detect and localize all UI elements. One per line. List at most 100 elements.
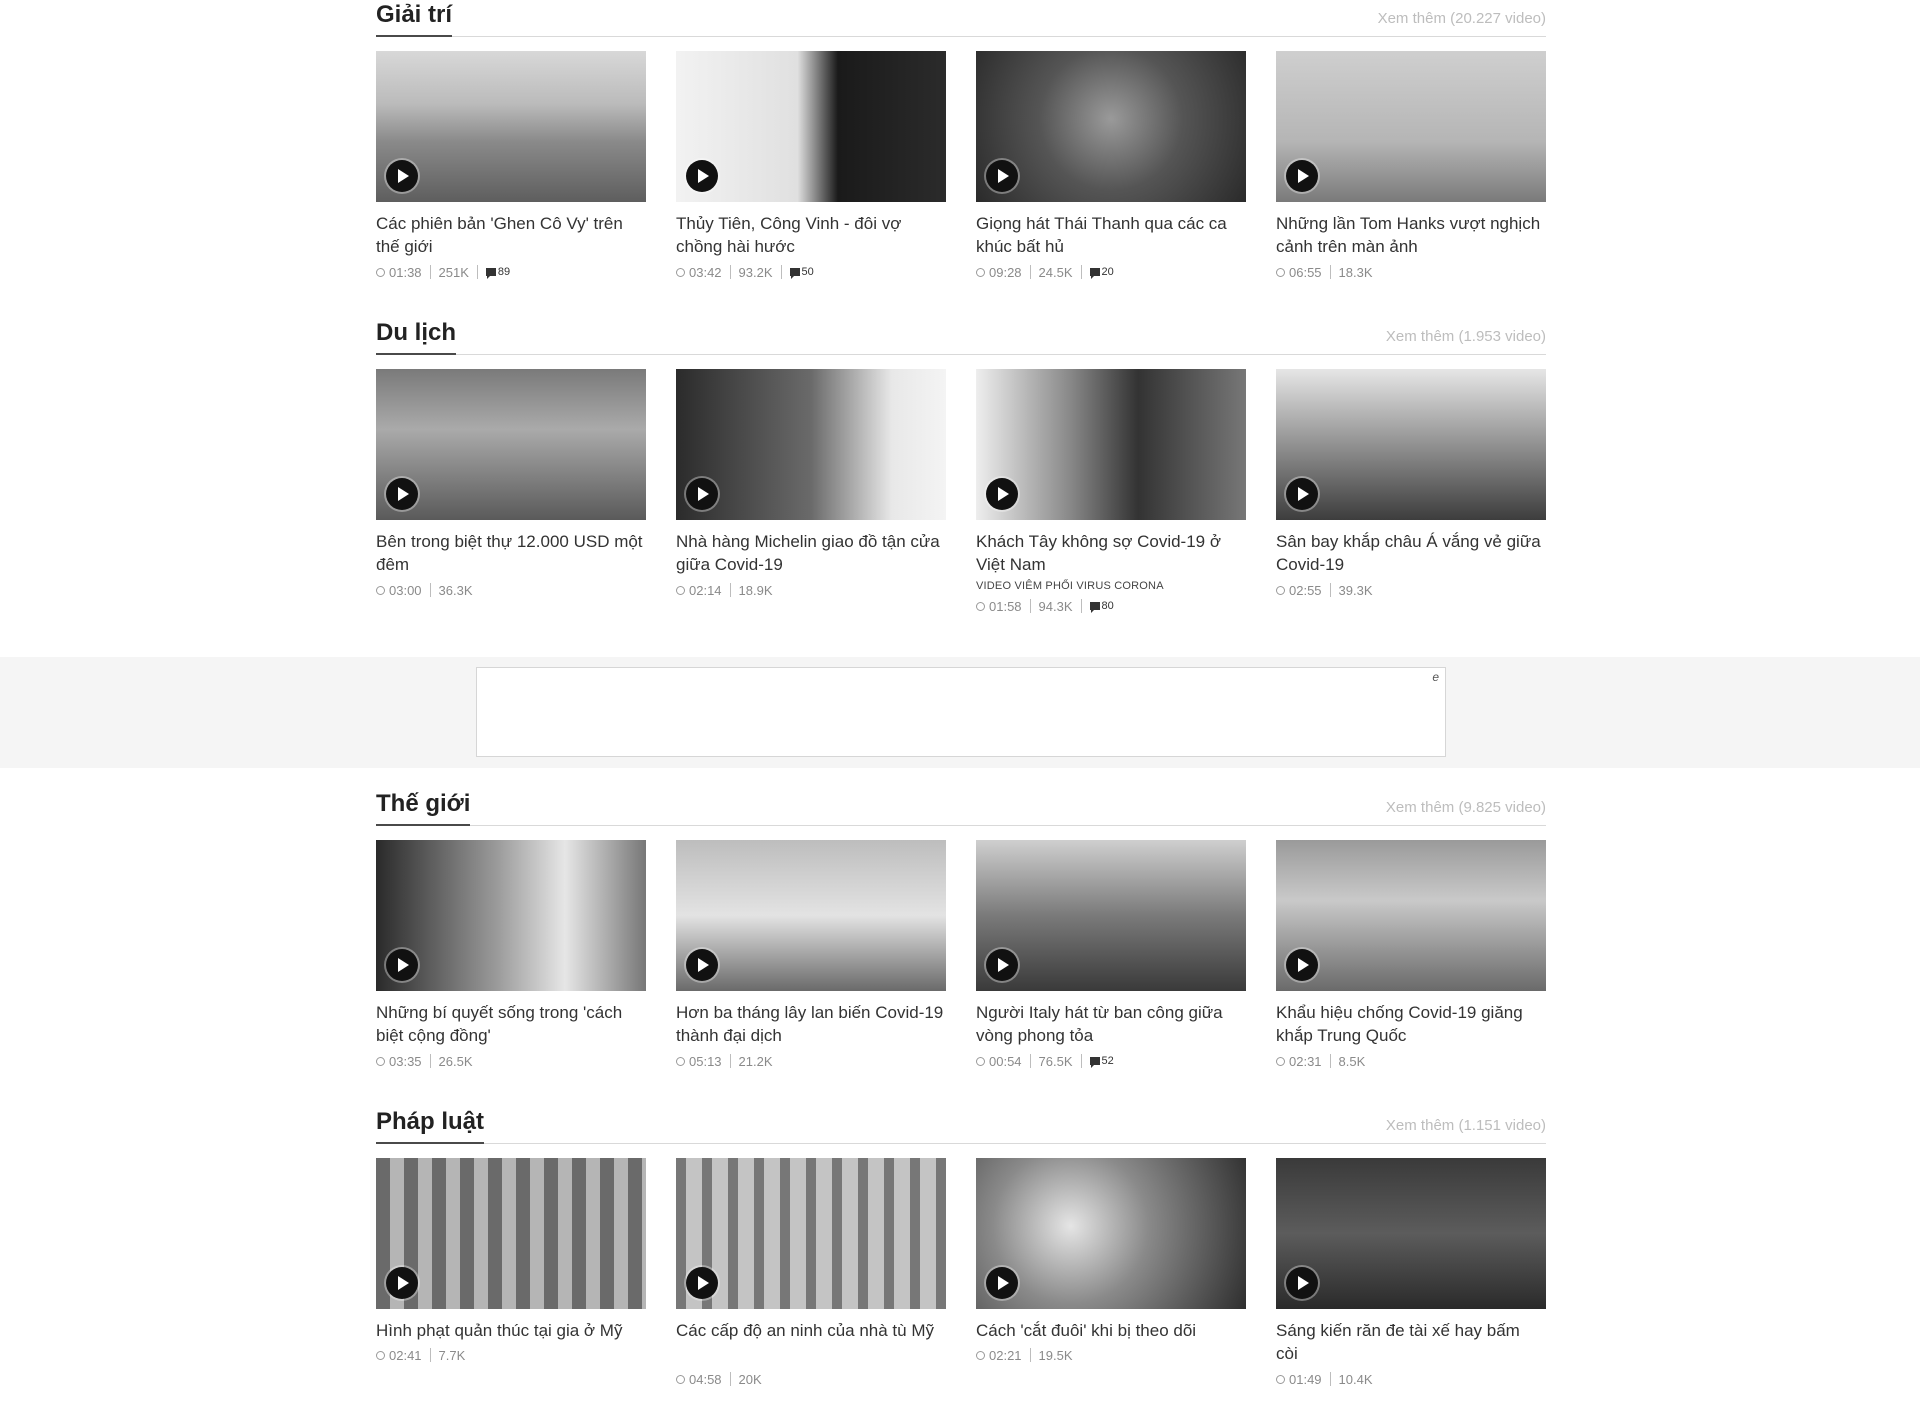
- video-thumbnail[interactable]: [676, 369, 946, 520]
- clock-icon: [976, 1056, 985, 1066]
- play-icon[interactable]: [1286, 949, 1318, 981]
- video-title[interactable]: Hơn ba tháng lây lan biến Covid-19 thành…: [676, 1001, 946, 1047]
- video-thumbnail[interactable]: [1276, 1158, 1546, 1309]
- video-title[interactable]: Nhà hàng Michelin giao đồ tận cửa giữa C…: [676, 530, 946, 576]
- video-card: Những lần Tom Hanks vượt nghịch cảnh trê…: [1276, 51, 1546, 280]
- video-thumbnail[interactable]: [976, 1158, 1246, 1309]
- clock-icon: [376, 1350, 385, 1360]
- play-icon[interactable]: [986, 1267, 1018, 1299]
- play-icon[interactable]: [386, 160, 418, 192]
- comment-icon: [1089, 268, 1100, 279]
- ad-slot[interactable]: e: [476, 667, 1446, 757]
- comment-count[interactable]: 52: [1089, 1055, 1114, 1068]
- section-title[interactable]: Pháp luật: [376, 1108, 485, 1144]
- video-title[interactable]: Những bí quyết sống trong 'cách biệt cộn…: [376, 1001, 646, 1047]
- video-title[interactable]: Giọng hát Thái Thanh qua các ca khúc bất…: [976, 212, 1246, 258]
- video-thumbnail[interactable]: [976, 51, 1246, 202]
- video-thumbnail[interactable]: [376, 369, 646, 520]
- video-thumbnail[interactable]: [676, 1158, 946, 1309]
- play-icon[interactable]: [1286, 160, 1318, 192]
- play-icon[interactable]: [686, 949, 718, 981]
- see-more-link[interactable]: Xem thêm (20.227 video): [1378, 10, 1546, 27]
- video-thumbnail[interactable]: [1276, 369, 1546, 520]
- video-tag[interactable]: VIDEO VIÊM PHỔI VIRUS CORONA: [976, 580, 1246, 592]
- comment-count[interactable]: 50: [789, 266, 814, 279]
- views: 76.5K: [1038, 1053, 1073, 1069]
- video-thumbnail[interactable]: [376, 51, 646, 202]
- video-thumbnail[interactable]: [976, 369, 1246, 520]
- video-grid: Hình phạt quản thúc tại gia ở Mỹ 02:41 7…: [376, 1158, 1546, 1418]
- video-card: Những bí quyết sống trong 'cách biệt cộn…: [376, 840, 646, 1069]
- video-title[interactable]: Các phiên bản 'Ghen Cô Vy' trên thế giới: [376, 212, 646, 258]
- section-du-lich: Du lịch Xem thêm (1.953 video) Bên trong…: [376, 316, 1546, 629]
- video-thumbnail[interactable]: [376, 1158, 646, 1309]
- section-title[interactable]: Thế giới: [376, 790, 471, 826]
- views: 18.3K: [1338, 264, 1373, 280]
- video-title[interactable]: Những lần Tom Hanks vượt nghịch cảnh trê…: [1276, 212, 1546, 258]
- video-thumbnail[interactable]: [676, 840, 946, 991]
- play-icon[interactable]: [686, 160, 718, 192]
- video-title[interactable]: Sân bay khắp châu Á vắng vẻ giữa Covid-1…: [1276, 530, 1546, 576]
- play-icon[interactable]: [986, 478, 1018, 510]
- video-card: Cách 'cắt đuôi' khi bị theo dõi 02:21 19…: [976, 1158, 1246, 1363]
- play-icon[interactable]: [1286, 1267, 1318, 1299]
- comment-count[interactable]: 89: [485, 266, 511, 279]
- play-icon[interactable]: [986, 160, 1018, 192]
- play-icon[interactable]: [986, 949, 1018, 981]
- section-header: Thế giới Xem thêm (9.825 video): [376, 787, 1546, 826]
- video-title[interactable]: Sáng kiến răn đe tài xế hay bấm còi: [1276, 1319, 1546, 1365]
- see-more-link[interactable]: Xem thêm (1.151 video): [1386, 1117, 1546, 1134]
- views: 19.5K: [1038, 1347, 1073, 1363]
- duration: 02:14: [689, 582, 722, 598]
- clock-icon: [1276, 1374, 1285, 1384]
- play-icon[interactable]: [1286, 478, 1318, 510]
- divider: [1080, 265, 1082, 279]
- duration: 03:00: [389, 582, 422, 598]
- comment-count[interactable]: 20: [1089, 266, 1114, 279]
- video-card: Khách Tây không sợ Covid-19 ở Việt Nam V…: [976, 369, 1246, 614]
- video-title[interactable]: Bên trong biệt thự 12.000 USD một đêm: [376, 530, 646, 576]
- duration: 05:13: [689, 1053, 722, 1069]
- ad-info-icon[interactable]: e: [1432, 670, 1439, 684]
- divider: [429, 1348, 431, 1362]
- play-icon[interactable]: [686, 478, 718, 510]
- clock-icon: [376, 1056, 385, 1066]
- video-title[interactable]: Thủy Tiên, Công Vinh - đôi vợ chồng hài …: [676, 212, 946, 258]
- video-meta: 01:38 251K 89: [376, 264, 646, 280]
- play-icon[interactable]: [386, 1267, 418, 1299]
- video-thumbnail[interactable]: [1276, 840, 1546, 991]
- video-thumbnail[interactable]: [376, 840, 646, 991]
- play-icon[interactable]: [686, 1267, 718, 1299]
- comment-icon: [1089, 602, 1100, 613]
- video-title[interactable]: Khách Tây không sợ Covid-19 ở Việt Nam: [976, 530, 1246, 576]
- divider: [429, 583, 431, 597]
- video-card: Hơn ba tháng lây lan biến Covid-19 thành…: [676, 840, 946, 1069]
- see-more-link[interactable]: Xem thêm (1.953 video): [1386, 328, 1546, 345]
- video-title[interactable]: Khẩu hiệu chống Covid-19 giăng khắp Trun…: [1276, 1001, 1546, 1047]
- comment-value: 89: [497, 266, 511, 278]
- video-thumbnail[interactable]: [1276, 51, 1546, 202]
- duration: 03:35: [389, 1053, 422, 1069]
- section-title[interactable]: Giải trí: [376, 1, 453, 37]
- play-icon[interactable]: [386, 478, 418, 510]
- video-meta: 02:21 19.5K: [976, 1347, 1246, 1363]
- duration: 01:58: [989, 598, 1022, 614]
- views: 39.3K: [1338, 582, 1373, 598]
- video-card: Thủy Tiên, Công Vinh - đôi vợ chồng hài …: [676, 51, 946, 280]
- duration: 02:21: [989, 1347, 1022, 1363]
- clock-icon: [676, 267, 685, 277]
- views: 20K: [738, 1371, 762, 1387]
- play-icon[interactable]: [386, 949, 418, 981]
- section-the-gioi: Thế giới Xem thêm (9.825 video) Những bí…: [376, 787, 1546, 1100]
- video-title[interactable]: Các cấp độ an ninh của nhà tù Mỹ: [676, 1319, 946, 1365]
- comment-count[interactable]: 80: [1089, 600, 1114, 613]
- video-thumbnail[interactable]: [976, 840, 1246, 991]
- clock-icon: [1276, 267, 1285, 277]
- duration: 02:55: [1289, 582, 1322, 598]
- video-card: Hình phạt quản thúc tại gia ở Mỹ 02:41 7…: [376, 1158, 646, 1363]
- clock-icon: [676, 1374, 685, 1384]
- see-more-link[interactable]: Xem thêm (9.825 video): [1386, 799, 1546, 816]
- video-title[interactable]: Người Italy hát từ ban công giữa vòng ph…: [976, 1001, 1246, 1047]
- section-title[interactable]: Du lịch: [376, 319, 457, 355]
- video-thumbnail[interactable]: [676, 51, 946, 202]
